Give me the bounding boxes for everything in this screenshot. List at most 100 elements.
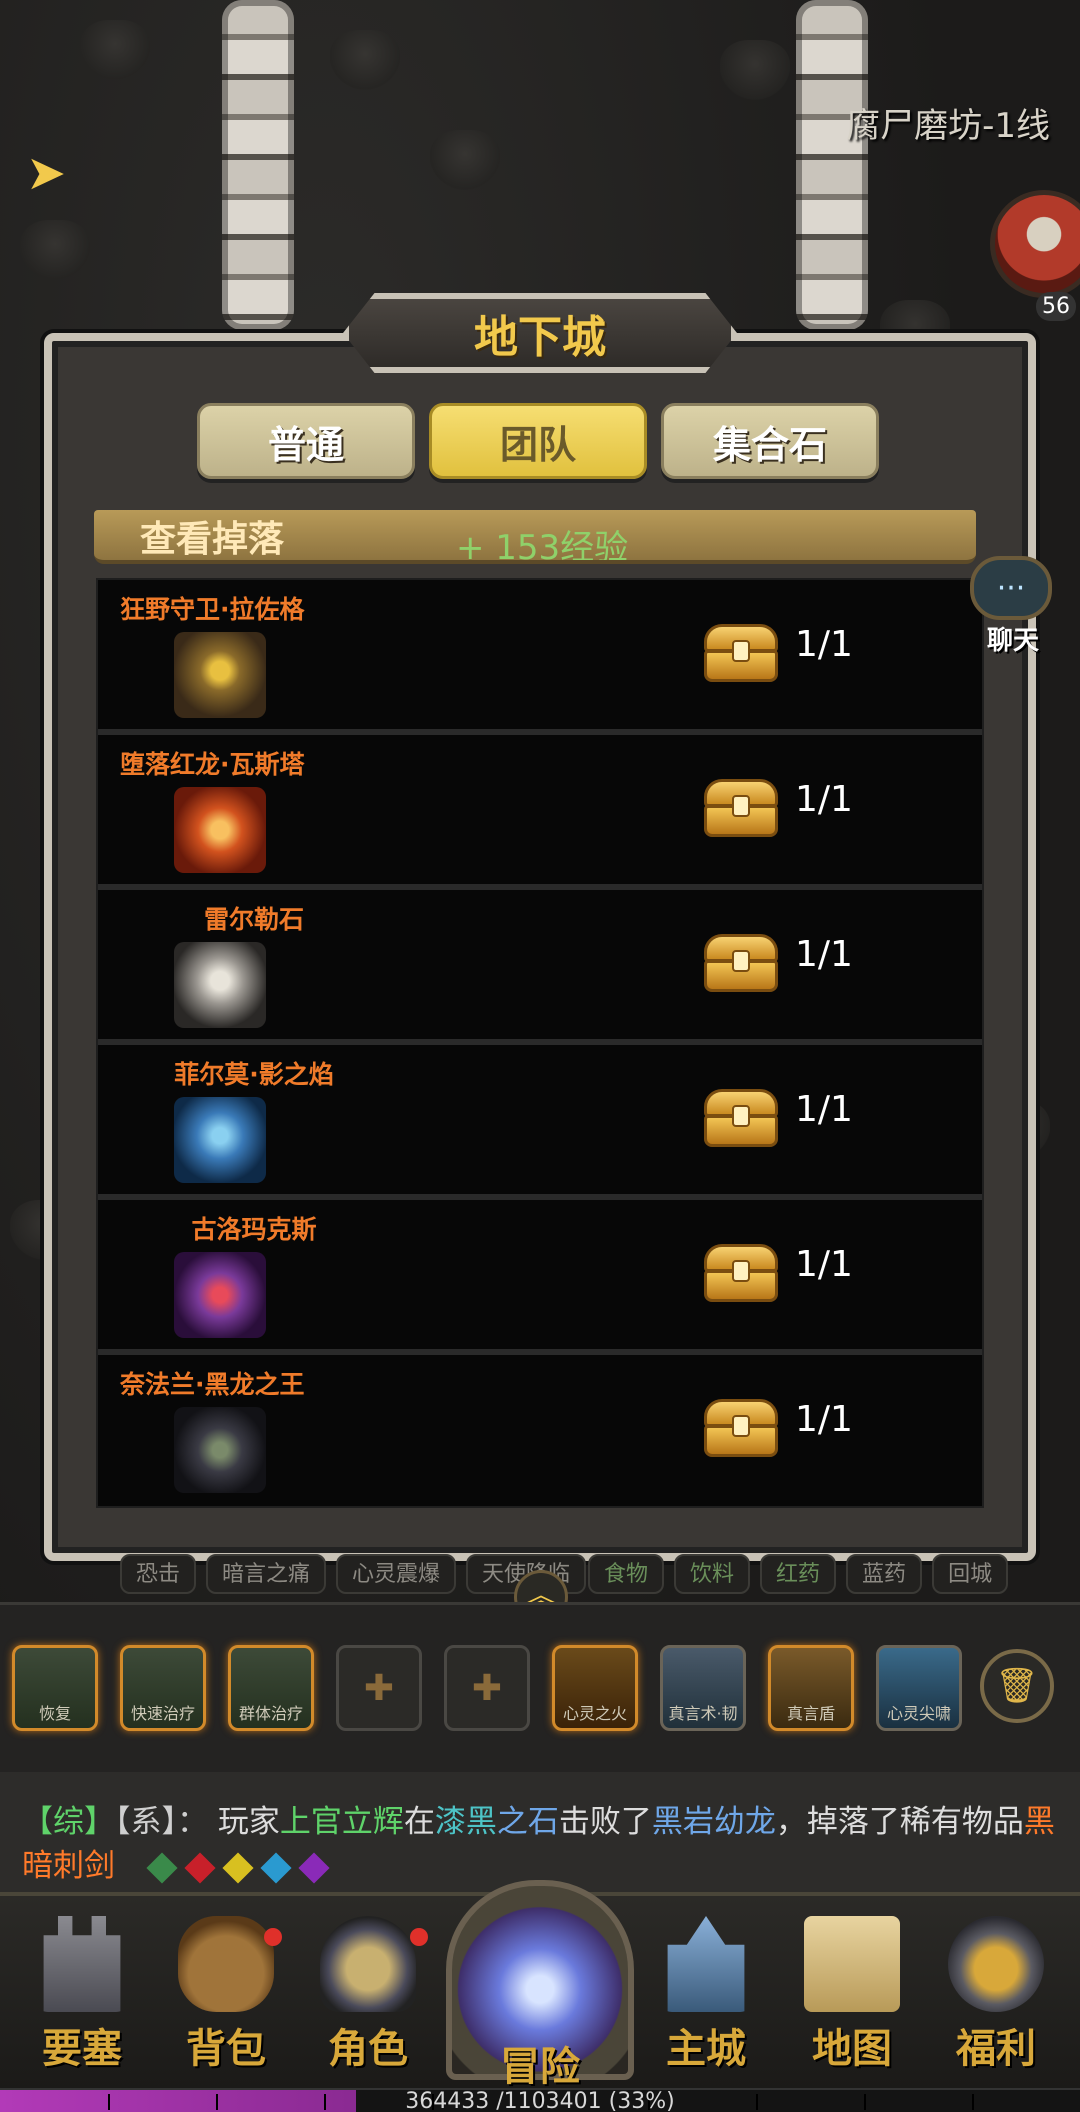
skill-label: 真言盾 bbox=[786, 1704, 835, 1723]
nav-label: 角色 bbox=[328, 2026, 408, 2072]
panel-title-plate: 地下城 bbox=[343, 293, 737, 373]
skill-label: 群体治疗 bbox=[238, 1704, 303, 1723]
boss-name: 狂野守卫·拉佐格 bbox=[120, 595, 305, 624]
kill-count: 1/1 bbox=[795, 934, 853, 975]
nav-fortress[interactable]: 要塞 bbox=[22, 1916, 142, 2074]
experience-bar: 364433 /1103401 (33%) bbox=[0, 2088, 1080, 2112]
msg-text: 玩家 bbox=[217, 1804, 280, 1840]
channel-tag: 【综】 bbox=[22, 1804, 115, 1840]
skill-slot[interactable]: 心灵尖啸 bbox=[876, 1645, 962, 1731]
enemy-level-badge: 56 bbox=[1036, 292, 1076, 321]
notification-dot bbox=[410, 1928, 428, 1946]
skill-slot[interactable]: 恢复 bbox=[12, 1645, 98, 1731]
list-item[interactable]: 奈法兰·黑龙之王 1/1 bbox=[98, 1355, 982, 1510]
golem-boss-icon bbox=[174, 632, 266, 718]
food-button[interactable]: 食物 bbox=[588, 1554, 665, 1594]
treasure-chest-icon[interactable] bbox=[704, 1089, 778, 1147]
nav-label: 背包 bbox=[186, 2026, 266, 2072]
boss-list: 狂野守卫·拉佐格 1/1 堕落红龙·瓦斯塔 1/1 雷尔勒石 1/1 菲尔莫·影… bbox=[96, 578, 984, 1508]
msg-text: 在 bbox=[403, 1804, 435, 1840]
tab-normal[interactable]: 普通 bbox=[197, 403, 415, 479]
chat-button[interactable]: ··· 聊天 bbox=[970, 556, 1056, 656]
list-item[interactable]: 菲尔莫·影之焰 1/1 bbox=[98, 1045, 982, 1200]
drink-button[interactable]: 饮料 bbox=[674, 1554, 751, 1594]
blue-potion-button[interactable]: 蓝药 bbox=[846, 1554, 923, 1594]
auto-move-arrow-icon[interactable]: ➤ bbox=[18, 145, 74, 201]
skill-slot[interactable]: 群体治疗 bbox=[228, 1645, 314, 1731]
boss-name: 堕落红龙·瓦斯塔 bbox=[120, 750, 305, 779]
skill-label: 恢复 bbox=[38, 1704, 71, 1723]
nav-welfare[interactable]: 福利 bbox=[936, 1916, 1056, 2074]
treasure-chest-icon[interactable] bbox=[704, 934, 778, 992]
msg-text: ，掉落了稀有物品 bbox=[775, 1804, 1024, 1840]
nav-castle[interactable]: 主城 bbox=[646, 1916, 766, 2074]
location-label: 腐尸磨坊-1线 bbox=[846, 106, 1050, 146]
place-name: 之石 bbox=[496, 1804, 559, 1840]
player-name-link[interactable]: 上官立辉 bbox=[280, 1804, 404, 1840]
treasure-chest-icon[interactable] bbox=[704, 624, 778, 682]
chat-button-label: 聊天 bbox=[986, 626, 1039, 656]
nav-label: 主城 bbox=[666, 2026, 746, 2072]
panel-title: 地下城 bbox=[474, 312, 606, 363]
tab-gathering-stone[interactable]: 集合石 bbox=[661, 403, 879, 479]
tab-team[interactable]: 团队 bbox=[429, 403, 647, 479]
gem-icon bbox=[146, 1851, 178, 1884]
nav-adventure-label[interactable]: 冒险 bbox=[446, 2034, 634, 2092]
list-item[interactable]: 雷尔勒石 1/1 bbox=[98, 890, 982, 1045]
kill-count: 1/1 bbox=[795, 1244, 853, 1285]
gem-icon bbox=[298, 1851, 330, 1884]
monster-name: 黑岩幼龙 bbox=[651, 1804, 776, 1840]
treasure-chest-icon[interactable] bbox=[704, 1244, 778, 1302]
quick-item-row: 食物 饮料 红药 蓝药 回城 bbox=[588, 1554, 1009, 1594]
skill-label: 心灵尖啸 bbox=[886, 1704, 951, 1723]
separator: ： bbox=[177, 1804, 208, 1840]
skill-label: 快速治疗 bbox=[130, 1704, 195, 1723]
gift-bell-icon bbox=[948, 1916, 1044, 2012]
treasure-chest-icon[interactable] bbox=[704, 1399, 778, 1457]
quick-skill-button[interactable]: 暗言之痛 bbox=[206, 1554, 327, 1594]
backpack-icon bbox=[178, 1916, 274, 2012]
gem-icon bbox=[260, 1851, 292, 1884]
quick-skill-button[interactable]: 心灵震爆 bbox=[336, 1554, 457, 1594]
boss-name: 奈法兰·黑龙之王 bbox=[120, 1370, 305, 1399]
skill-slot[interactable]: 真言盾 bbox=[768, 1645, 854, 1731]
view-drops-button[interactable]: 查看掉落 bbox=[140, 510, 284, 560]
purple-beast-icon bbox=[174, 1252, 266, 1338]
empty-skill-slot-plus-icon[interactable]: ✚ bbox=[336, 1645, 422, 1731]
kill-count: 1/1 bbox=[795, 1089, 853, 1130]
kill-count: 1/1 bbox=[795, 624, 853, 665]
red-potion-button[interactable]: 红药 bbox=[760, 1554, 837, 1594]
list-item[interactable]: 古洛玛克斯 1/1 bbox=[98, 1200, 982, 1355]
empty-skill-slot-plus-icon[interactable]: ✚ bbox=[444, 1645, 530, 1731]
gem-icon bbox=[222, 1851, 254, 1884]
kill-count: 1/1 bbox=[795, 1399, 853, 1440]
quick-skill-button[interactable]: 恐击 bbox=[120, 1554, 197, 1594]
system-tag: 【系】 bbox=[115, 1804, 177, 1840]
msg-text: 击败了 bbox=[558, 1804, 652, 1840]
scroll-map-icon bbox=[804, 1916, 900, 2012]
boss-name: 菲尔莫·影之焰 bbox=[174, 1060, 334, 1089]
fortress-icon bbox=[43, 1916, 121, 2012]
skill-slot[interactable]: 心灵之火 bbox=[552, 1645, 638, 1731]
list-item[interactable]: 堕落红龙·瓦斯塔 1/1 bbox=[98, 735, 982, 890]
stone-golem-icon bbox=[174, 942, 266, 1028]
chat-bubble-icon: ··· bbox=[970, 556, 1052, 620]
gem-row bbox=[146, 1851, 330, 1884]
chat-log: 【综】【系】： 玩家上官立辉在漆黑之石击败了黑岩幼龙，掉落了稀有物品黑暗刺剑 bbox=[0, 1772, 1080, 1892]
black-dragon-icon bbox=[174, 1407, 266, 1493]
return-city-button[interactable]: 回城 bbox=[932, 1554, 1009, 1594]
right-chain bbox=[796, 0, 868, 330]
skill-slot[interactable]: 快速治疗 bbox=[120, 1645, 206, 1731]
skill-label: 心灵之火 bbox=[562, 1704, 627, 1723]
skill-slot[interactable]: 真言术·韧 bbox=[660, 1645, 746, 1731]
list-item[interactable]: 狂野守卫·拉佐格 1/1 bbox=[98, 580, 982, 735]
left-chain bbox=[222, 0, 294, 330]
trash-icon[interactable]: 🗑 bbox=[980, 1649, 1054, 1723]
red-dragon-icon bbox=[174, 787, 266, 873]
drop-summary-bar: 查看掉落 + 153经验 bbox=[94, 510, 976, 564]
kill-count: 1/1 bbox=[795, 779, 853, 820]
treasure-chest-icon[interactable] bbox=[704, 779, 778, 837]
nav-map[interactable]: 地图 bbox=[792, 1916, 912, 2074]
exp-reward: + 153经验 bbox=[456, 528, 629, 564]
boss-name: 雷尔勒石 bbox=[203, 905, 304, 934]
